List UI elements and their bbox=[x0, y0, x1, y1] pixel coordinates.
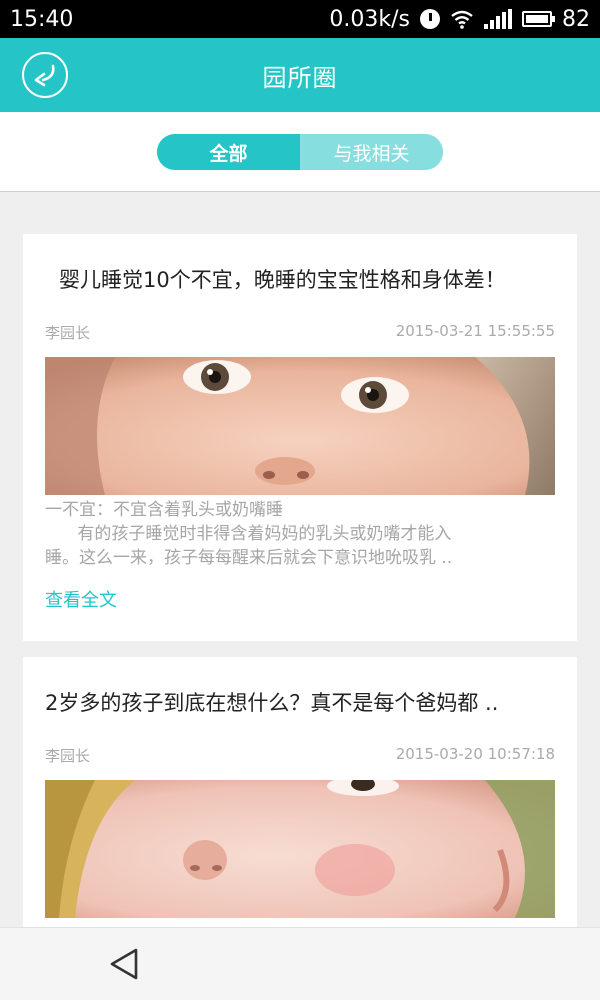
back-button[interactable] bbox=[22, 52, 68, 98]
excerpt-line: 有的孩子睡觉时非得含着妈妈的乳头或奶嘴才能入 bbox=[45, 524, 452, 544]
system-nav-bar bbox=[0, 927, 600, 1000]
nav-back-icon[interactable] bbox=[106, 946, 142, 982]
tab-bar: 全部 与我相关 bbox=[0, 112, 600, 192]
post-title[interactable]: 婴儿睡觉10个不宜，晚睡的宝宝性格和身体差！ bbox=[59, 264, 569, 294]
read-more-link[interactable]: 查看全文 bbox=[45, 586, 117, 612]
page-title: 园所圈 bbox=[262, 63, 338, 92]
tab-related-to-me[interactable]: 与我相关 bbox=[300, 134, 443, 170]
post-time: 2015-03-21 15:55:55 bbox=[395, 322, 555, 340]
post-author: 李园长 bbox=[45, 747, 91, 765]
post-time: 2015-03-20 10:57:18 bbox=[395, 745, 555, 763]
post-feed[interactable]: 婴儿睡觉10个不宜，晚睡的宝宝性格和身体差！ 李园长 2015-03-21 15… bbox=[0, 192, 600, 927]
post-image-baby-eyes[interactable] bbox=[45, 357, 555, 495]
post-image-toddler-face[interactable] bbox=[45, 780, 555, 918]
signal-icon bbox=[484, 9, 512, 29]
segmented-control: 全部 与我相关 bbox=[157, 134, 443, 170]
excerpt-line: 睡。这么一来，孩子每每醒来后就会下意识地吮吸乳 .. bbox=[45, 548, 453, 568]
status-indicators: 0.03k/s 82 bbox=[329, 7, 590, 32]
post-card[interactable]: 2岁多的孩子到底在想什么？真不是每个爸妈都 .. 李园长 2015-03-20 … bbox=[23, 657, 577, 927]
status-bar: 15:40 0.03k/s 82 bbox=[0, 0, 600, 38]
battery-icon bbox=[522, 11, 555, 27]
status-time: 15:40 bbox=[10, 6, 74, 32]
wifi-icon bbox=[451, 10, 473, 29]
battery-level: 82 bbox=[562, 6, 590, 32]
post-title[interactable]: 2岁多的孩子到底在想什么？真不是每个爸妈都 .. bbox=[45, 687, 555, 717]
excerpt-line: 一不宜：不宜含着乳头或奶嘴睡 bbox=[45, 500, 283, 520]
post-author: 李园长 bbox=[45, 324, 91, 342]
back-arrow-icon bbox=[34, 64, 55, 87]
post-card[interactable]: 婴儿睡觉10个不宜，晚睡的宝宝性格和身体差！ 李园长 2015-03-21 15… bbox=[23, 234, 577, 641]
post-excerpt: 一不宜：不宜含着乳头或奶嘴睡 有的孩子睡觉时非得含着妈妈的乳头或奶嘴才能入 睡。… bbox=[45, 498, 555, 570]
alarm-icon bbox=[420, 9, 440, 29]
tab-all[interactable]: 全部 bbox=[157, 134, 300, 170]
network-speed: 0.03k/s bbox=[329, 6, 410, 32]
app-header: 园所圈 bbox=[0, 38, 600, 112]
